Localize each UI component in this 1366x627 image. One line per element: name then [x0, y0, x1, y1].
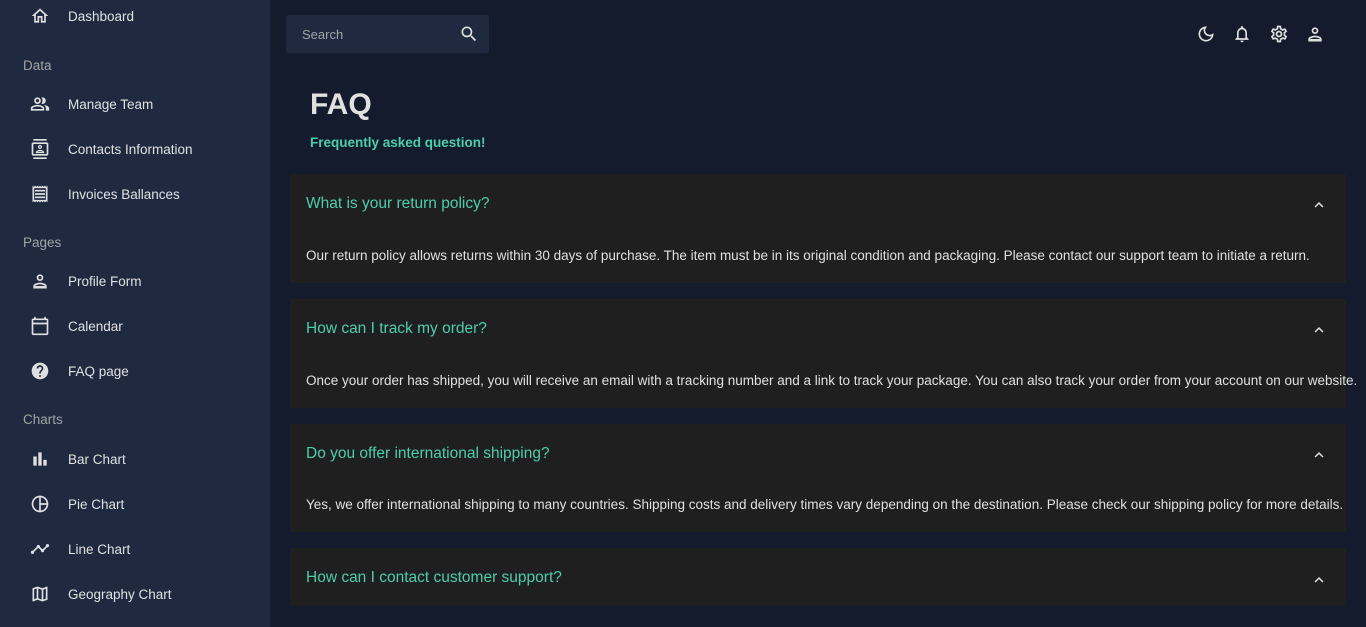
- person-icon: [30, 271, 50, 291]
- timeline-icon: [30, 539, 50, 559]
- sidebar-item-calendar[interactable]: Calendar: [0, 306, 270, 346]
- chevron-up-icon[interactable]: [1310, 196, 1328, 214]
- sidebar-item-label: Contacts Information: [68, 141, 193, 157]
- sidebar-item-label: Bar Chart: [68, 451, 126, 467]
- search-icon[interactable]: [459, 24, 479, 44]
- sidebar-item-label: Pie Chart: [68, 496, 125, 512]
- sidebar-item-label: Invoices Ballances: [68, 186, 180, 202]
- sidebar-section-pages: Pages: [23, 235, 62, 250]
- sidebar-item-label: Manage Team: [68, 96, 154, 112]
- accordion-summary[interactable]: How can I track my order?: [290, 299, 1346, 361]
- chevron-up-icon[interactable]: [1310, 321, 1328, 339]
- sidebar: Dashboard Data Manage Team Contacts Info…: [0, 0, 270, 627]
- sidebar-item-label: Geography Chart: [68, 586, 172, 602]
- chevron-up-icon[interactable]: [1310, 571, 1328, 589]
- home-icon: [30, 6, 50, 26]
- search-input[interactable]: [302, 15, 452, 53]
- sidebar-section-charts: Charts: [23, 412, 63, 427]
- help-icon: [30, 361, 50, 381]
- faq-accordion: Do you offer international shipping? Yes…: [290, 424, 1346, 534]
- sidebar-item-pie-chart[interactable]: Pie Chart: [0, 484, 270, 524]
- faq-question: How can I track my order?: [306, 320, 487, 337]
- sidebar-item-dashboard[interactable]: Dashboard: [0, 0, 270, 36]
- people-icon: [30, 94, 50, 114]
- moon-icon[interactable]: [1196, 24, 1216, 44]
- sidebar-item-label: Calendar: [68, 318, 123, 334]
- faq-answer: Once your order has shipped, you will re…: [306, 373, 1358, 388]
- faq-question: Do you offer international shipping?: [306, 445, 550, 462]
- accordion-summary[interactable]: How can I contact customer support?: [290, 548, 1346, 606]
- contacts-icon: [30, 139, 50, 159]
- faq-accordion: What is your return policy? Our return p…: [290, 174, 1346, 285]
- sidebar-item-label: Line Chart: [68, 541, 131, 557]
- faq-question: What is your return policy?: [306, 195, 490, 212]
- sidebar-item-bar-chart[interactable]: Bar Chart: [0, 439, 270, 479]
- sidebar-item-line-chart[interactable]: Line Chart: [0, 529, 270, 569]
- bar-chart-icon: [30, 449, 50, 469]
- sidebar-item-label: FAQ page: [68, 363, 129, 379]
- search-bar: [286, 15, 489, 53]
- gear-icon[interactable]: [1269, 24, 1289, 44]
- page-subtitle: Frequently asked question!: [310, 135, 486, 150]
- map-icon: [30, 584, 50, 604]
- sidebar-item-label: Profile Form: [68, 273, 142, 289]
- sidebar-item-contacts[interactable]: Contacts Information: [0, 129, 270, 169]
- faq-question: How can I contact customer support?: [306, 569, 562, 586]
- sidebar-item-label: Dashboard: [68, 8, 135, 24]
- person-icon[interactable]: [1305, 24, 1325, 44]
- faq-answer: Yes, we offer international shipping to …: [306, 497, 1344, 512]
- pie-chart-icon: [30, 494, 50, 514]
- page-title: FAQ: [310, 88, 372, 121]
- sidebar-item-geography-chart[interactable]: Geography Chart: [0, 574, 270, 614]
- faq-accordion: How can I track my order? Once your orde…: [290, 299, 1358, 410]
- sidebar-item-profile-form[interactable]: Profile Form: [0, 261, 270, 301]
- faq-accordion: How can I contact customer support?: [290, 548, 1346, 606]
- chevron-up-icon[interactable]: [1310, 446, 1328, 464]
- sidebar-item-invoices[interactable]: Invoices Ballances: [0, 174, 270, 214]
- sidebar-section-data: Data: [23, 58, 52, 73]
- receipt-icon: [30, 184, 50, 204]
- calendar-icon: [30, 316, 50, 336]
- bell-icon[interactable]: [1232, 24, 1252, 44]
- sidebar-item-manage-team[interactable]: Manage Team: [0, 84, 270, 124]
- faq-answer: Our return policy allows returns within …: [306, 248, 1310, 263]
- sidebar-item-faq[interactable]: FAQ page: [0, 351, 270, 391]
- accordion-summary[interactable]: What is your return policy?: [290, 174, 1346, 236]
- accordion-summary[interactable]: Do you offer international shipping?: [290, 424, 1346, 486]
